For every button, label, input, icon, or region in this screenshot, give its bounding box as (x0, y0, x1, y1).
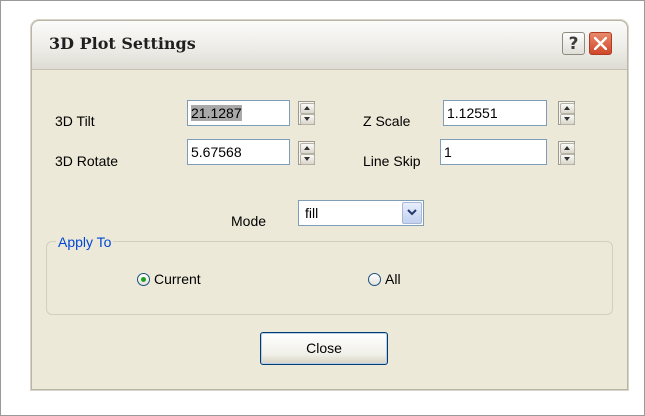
zscale-down-arrow-icon[interactable] (560, 114, 575, 125)
apply-to-legend: Apply To (56, 234, 114, 250)
radio-all-label: All (385, 271, 401, 287)
radio-all[interactable]: All (368, 271, 401, 287)
tilt-value: 21.1287 (191, 105, 242, 121)
radio-current-label: Current (154, 271, 201, 287)
rotate-label: 3D Rotate (55, 153, 119, 169)
close-x-icon (594, 37, 607, 50)
close-button[interactable]: Close (260, 332, 388, 365)
zscale-input[interactable]: 1.12551 (443, 100, 547, 126)
zscale-spinner[interactable] (558, 101, 575, 125)
rotate-input[interactable]: 5.67568 (187, 139, 290, 165)
mode-label: Mode (231, 213, 267, 229)
radio-current[interactable]: Current (137, 271, 201, 287)
mode-value: fill (305, 205, 319, 221)
lineskip-label: Line Skip (363, 153, 421, 169)
dialog-title: 3D Plot Settings (49, 34, 196, 53)
rotate-value: 5.67568 (191, 144, 242, 160)
help-button[interactable]: ? (562, 32, 585, 55)
lineskip-up-arrow-icon[interactable] (560, 143, 575, 154)
chevron-down-icon (407, 209, 417, 216)
lineskip-down-arrow-icon[interactable] (560, 154, 575, 165)
tilt-down-arrow-icon[interactable] (300, 114, 315, 125)
tilt-label: 3D Tilt (55, 113, 95, 129)
lineskip-input[interactable]: 1 (440, 139, 547, 165)
help-icon: ? (568, 34, 579, 54)
tilt-spinner[interactable] (298, 101, 315, 125)
tilt-input[interactable]: 21.1287 (187, 100, 290, 126)
apply-to-group (46, 241, 613, 315)
zscale-label: Z Scale (363, 113, 411, 129)
lineskip-spinner[interactable] (558, 141, 575, 165)
rotate-up-arrow-icon[interactable] (300, 143, 315, 154)
radio-checked-icon[interactable] (137, 272, 150, 286)
mode-dropdown-button[interactable] (402, 202, 422, 224)
radio-unchecked-icon[interactable] (368, 272, 381, 286)
lineskip-value: 1 (444, 144, 452, 160)
rotate-spinner[interactable] (298, 141, 315, 165)
zscale-up-arrow-icon[interactable] (560, 103, 575, 114)
tilt-up-arrow-icon[interactable] (300, 103, 315, 114)
rotate-down-arrow-icon[interactable] (300, 154, 315, 165)
zscale-value: 1.12551 (447, 105, 498, 121)
title-bar[interactable]: 3D Plot Settings ? (32, 21, 627, 70)
plot-settings-dialog: 3D Plot Settings ? 3D Tilt 21.1287 Z Sca… (31, 20, 628, 390)
mode-select[interactable]: fill (298, 200, 424, 226)
title-close-button[interactable] (589, 32, 612, 55)
